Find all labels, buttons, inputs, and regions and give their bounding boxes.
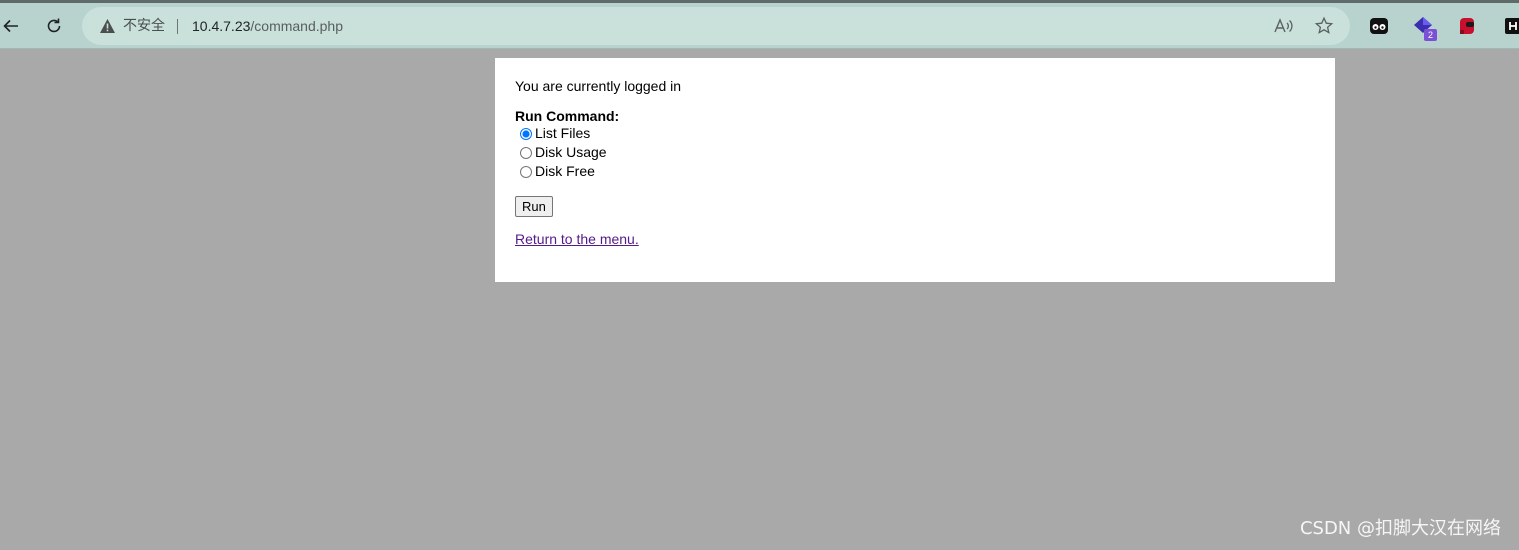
address-divider [177, 19, 178, 34]
extension-h-icon[interactable] [1503, 16, 1519, 36]
reload-button[interactable] [39, 11, 69, 41]
extension-eyes-icon[interactable] [1369, 16, 1389, 36]
reload-icon [47, 18, 61, 33]
disk-free-radio[interactable] [520, 165, 532, 178]
option-disk-usage[interactable]: Disk Usage [519, 143, 607, 162]
login-status-text: You are currently logged in [515, 78, 682, 94]
back-arrow-icon [3, 19, 18, 33]
security-status-label[interactable]: 不安全 [123, 18, 165, 34]
list-files-label: List Files [535, 125, 591, 141]
disk-usage-label: Disk Usage [535, 144, 607, 160]
disk-free-label: Disk Free [535, 163, 595, 179]
watermark-text: CSDN @扣脚大汉在网络 [1299, 518, 1501, 539]
command-panel: You are currently logged in Run Command:… [495, 58, 1335, 282]
url-text[interactable]: 10.4.7.23/command.php [192, 18, 343, 34]
extension-red-character-icon[interactable] [1457, 16, 1477, 36]
option-disk-free[interactable]: Disk Free [519, 162, 595, 181]
warning-triangle-icon [100, 19, 115, 33]
extension-badge: 2 [1424, 29, 1437, 41]
run-button[interactable]: Run [515, 196, 553, 217]
back-button[interactable] [0, 11, 26, 41]
star-icon[interactable] [1314, 16, 1334, 36]
read-aloud-icon[interactable] [1274, 17, 1294, 35]
list-files-radio[interactable] [520, 127, 532, 140]
return-to-menu-link[interactable]: Return to the menu. [515, 231, 639, 248]
browser-toolbar: 不安全 10.4.7.23/command.php 2 [0, 3, 1519, 49]
run-command-label: Run Command: [515, 108, 620, 124]
address-bar[interactable]: 不安全 10.4.7.23/command.php [82, 7, 1350, 45]
url-host: 10.4.7.23 [192, 18, 251, 34]
option-list-files[interactable]: List Files [519, 124, 590, 143]
disk-usage-radio[interactable] [520, 146, 532, 159]
url-path: /command.php [250, 18, 343, 34]
